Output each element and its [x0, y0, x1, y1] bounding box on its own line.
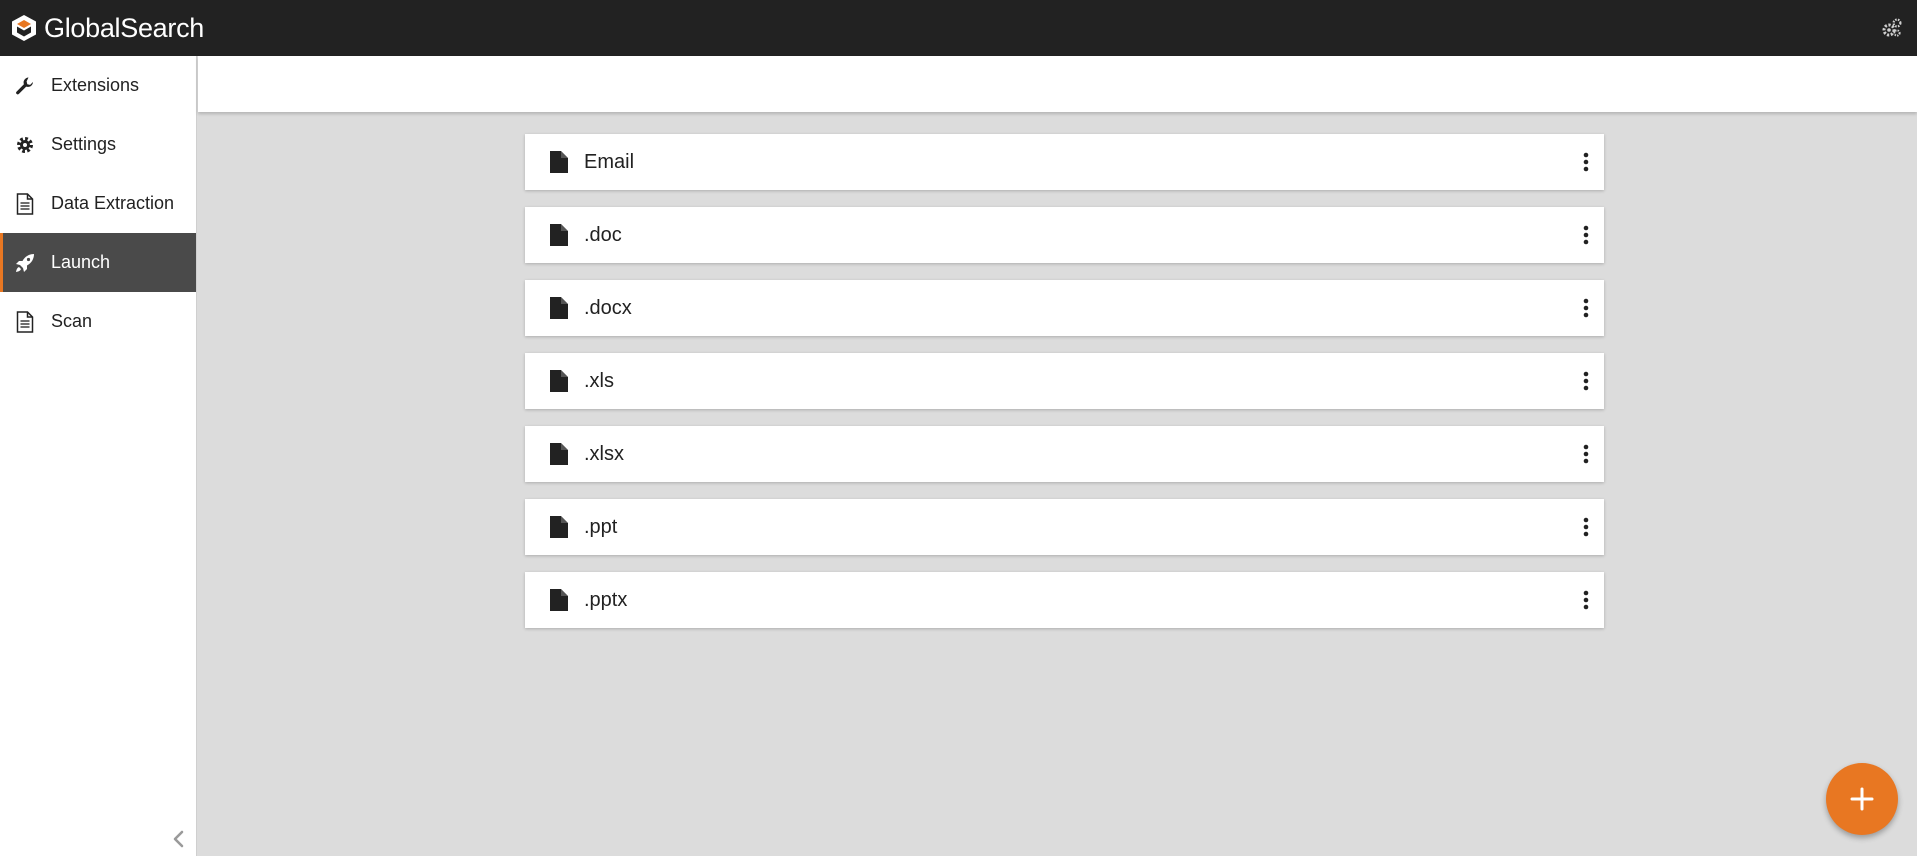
list-item[interactable]: Email: [525, 134, 1604, 190]
list-item-label: Email: [584, 150, 635, 173]
more-vert-icon[interactable]: [1580, 221, 1592, 249]
sidebar-item-launch[interactable]: Launch: [0, 233, 196, 292]
more-vert-icon[interactable]: [1580, 586, 1592, 614]
wrench-icon: [16, 77, 33, 94]
list-item[interactable]: .xls: [525, 353, 1604, 409]
document-icon: [16, 192, 34, 215]
more-vert-icon[interactable]: [1580, 440, 1592, 468]
gear-icon: [17, 136, 33, 153]
rocket-icon: [16, 253, 34, 272]
more-vert-icon[interactable]: [1580, 148, 1592, 176]
file-icon: [550, 297, 568, 319]
gears-icon[interactable]: [1881, 17, 1903, 39]
list-item[interactable]: .pptx: [525, 572, 1604, 628]
list-item[interactable]: .xlsx: [525, 426, 1604, 482]
file-icon: [550, 589, 568, 611]
sidebar-item-extensions[interactable]: Extensions: [0, 56, 196, 115]
more-vert-icon[interactable]: [1580, 367, 1592, 395]
extension-list: Email .doc .docx .xls .xlsx .ppt .pptx: [525, 134, 1604, 645]
sidebar-item-data-extraction[interactable]: Data Extraction: [0, 174, 196, 233]
sidebar-item-label: Scan: [51, 311, 93, 331]
document-icon: [16, 310, 34, 333]
list-item-label: .docx: [584, 296, 632, 319]
app-title: GlobalSearch: [44, 12, 204, 43]
more-vert-icon[interactable]: [1580, 513, 1592, 541]
file-icon: [550, 443, 568, 465]
sidebar-item-settings[interactable]: Settings: [0, 115, 196, 174]
chevron-left-icon[interactable]: [170, 828, 188, 850]
sidebar-item-label: Settings: [51, 134, 117, 154]
list-item[interactable]: .doc: [525, 207, 1604, 263]
sidebar-item-scan[interactable]: Scan: [0, 292, 196, 351]
top-bar: GlobalSearch: [0, 0, 1917, 56]
list-item-label: .xlsx: [584, 442, 624, 465]
list-item-label: .doc: [584, 223, 622, 246]
sidebar-item-label: Extensions: [51, 75, 140, 95]
sidebar: Extensions Settings Data Extraction Laun…: [0, 56, 197, 856]
brand[interactable]: GlobalSearch: [10, 13, 204, 44]
file-icon: [550, 516, 568, 538]
file-icon: [550, 370, 568, 392]
file-icon: [550, 224, 568, 246]
list-item[interactable]: .ppt: [525, 499, 1604, 555]
list-item-label: .ppt: [584, 515, 618, 538]
sidebar-item-label: Launch: [51, 252, 111, 272]
list-item-label: .pptx: [584, 588, 628, 611]
file-icon: [550, 151, 568, 173]
sidebar-item-label: Data Extraction: [51, 193, 175, 213]
logo-icon: [12, 15, 36, 41]
more-vert-icon[interactable]: [1580, 294, 1592, 322]
list-item-label: .xls: [584, 369, 614, 392]
sub-header: [198, 56, 1917, 112]
plus-icon: [1850, 787, 1874, 811]
list-item[interactable]: .docx: [525, 280, 1604, 336]
add-button[interactable]: [1826, 763, 1898, 835]
